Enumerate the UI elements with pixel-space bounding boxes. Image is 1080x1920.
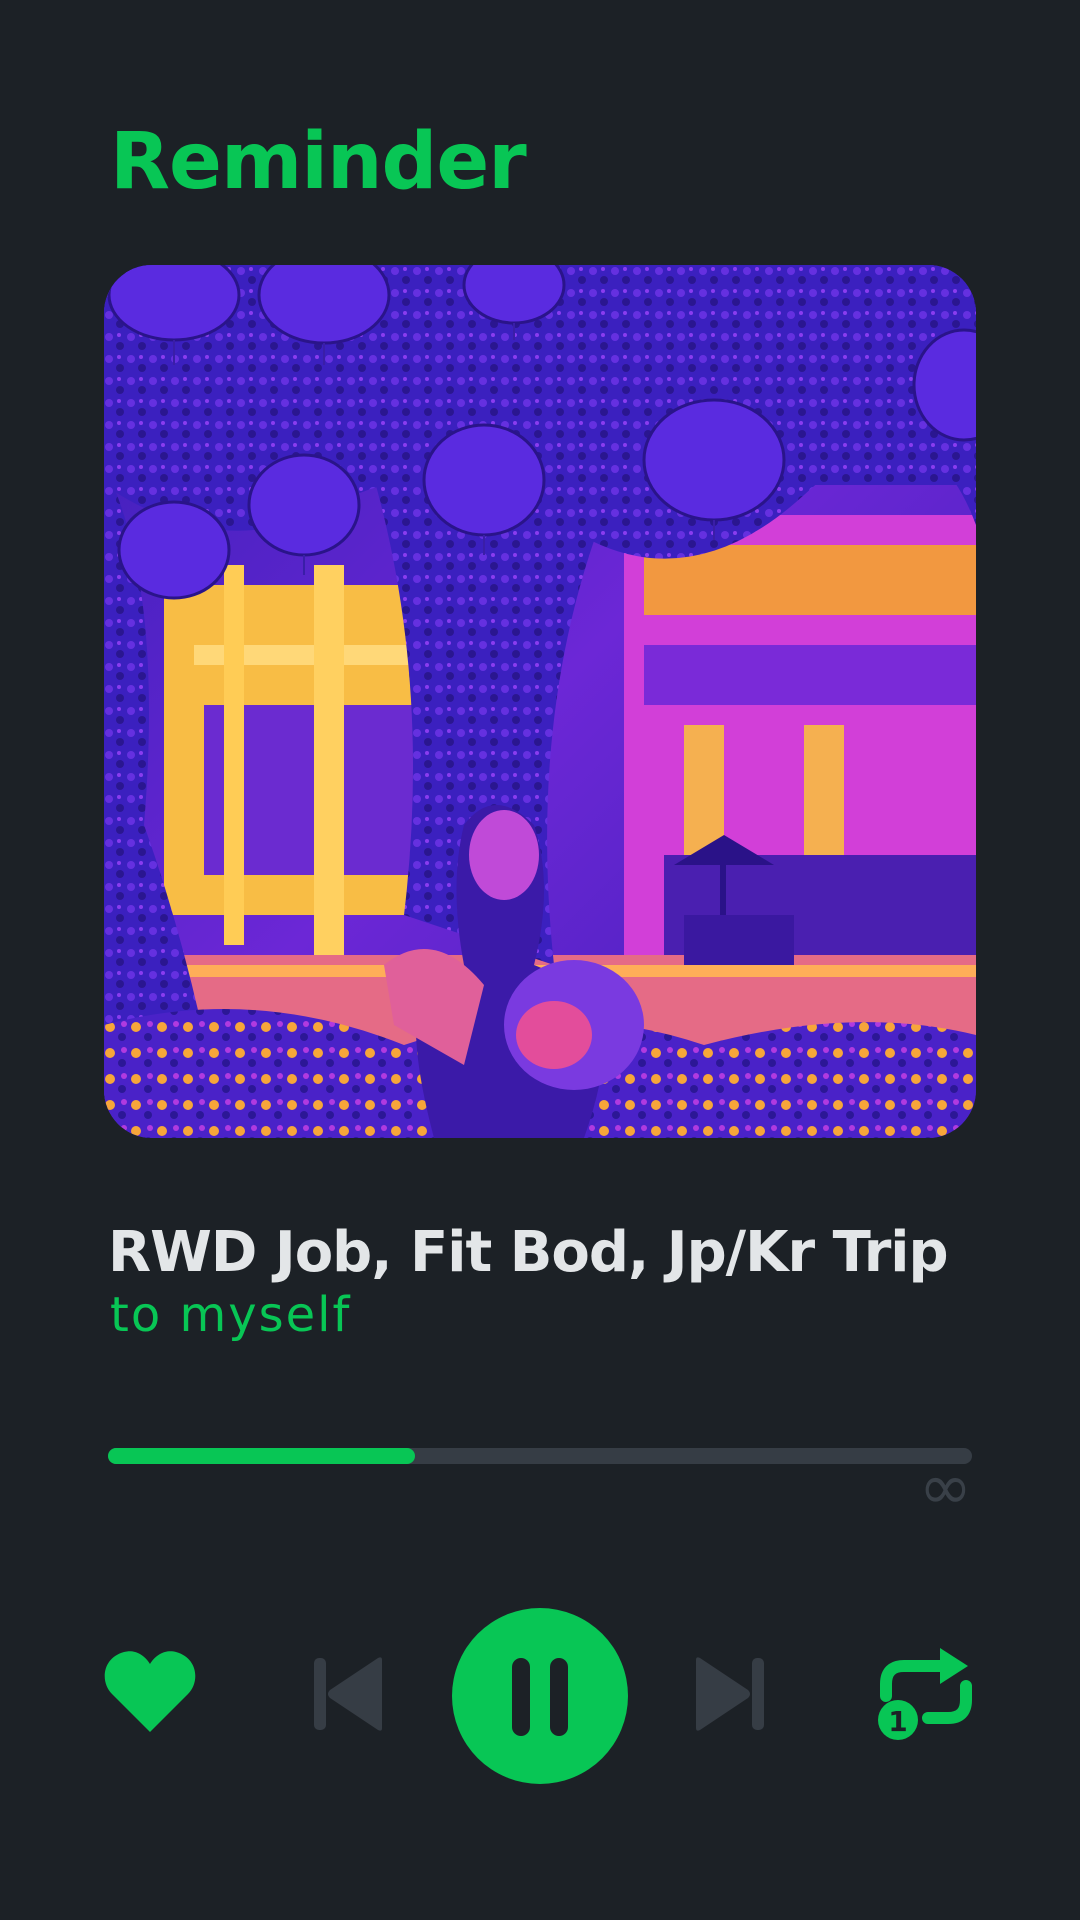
repeat-one-icon: 1 xyxy=(878,1648,972,1740)
pause-icon xyxy=(512,1658,568,1736)
playlist-title: Reminder xyxy=(110,117,527,207)
progress-bar[interactable] xyxy=(108,1448,972,1464)
repeat-one-button[interactable]: 1 xyxy=(876,1644,976,1742)
pause-button[interactable] xyxy=(452,1608,628,1784)
track-title: RWD Job, Fit Bod, Jp/Kr Trip xyxy=(108,1220,949,1285)
track-artist: to myself xyxy=(110,1287,352,1343)
repeat-badge: 1 xyxy=(888,1705,907,1738)
progress-fill xyxy=(108,1448,415,1464)
heart-icon xyxy=(104,1651,196,1732)
skip-previous-icon xyxy=(314,1657,382,1731)
album-art xyxy=(104,265,976,1138)
previous-button[interactable] xyxy=(312,1654,384,1734)
like-button[interactable] xyxy=(104,1648,196,1734)
duration-label: ∞ xyxy=(918,1451,972,1525)
album-art-image xyxy=(104,265,976,1138)
skip-next-icon xyxy=(696,1657,764,1731)
next-button[interactable] xyxy=(694,1654,766,1734)
